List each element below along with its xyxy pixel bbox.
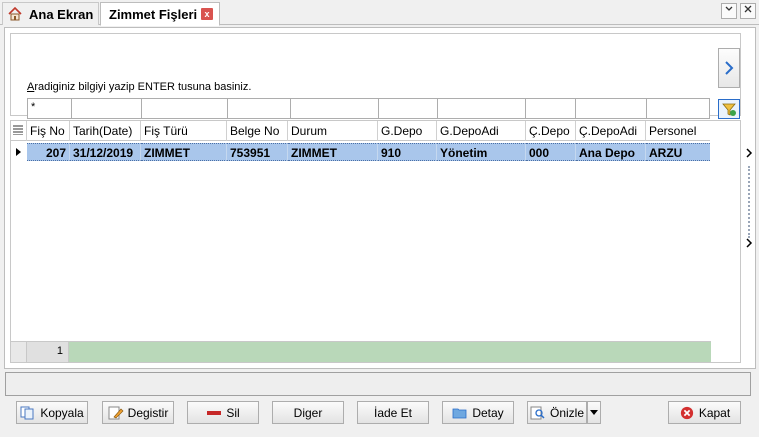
filter-g-depo-adi[interactable] (437, 98, 526, 119)
tab-close-icon[interactable]: x (201, 8, 213, 20)
cell-tarih[interactable]: 31/12/2019 (70, 143, 141, 161)
kapat-button[interactable]: Kapat (668, 401, 741, 424)
column-header[interactable]: G.Depo (378, 121, 437, 141)
column-header[interactable]: Personel (646, 121, 710, 141)
copy-icon (20, 406, 36, 420)
filter-durum[interactable] (290, 98, 379, 119)
edit-icon (108, 406, 124, 420)
cell-durum[interactable]: ZIMMET (288, 143, 378, 161)
grid-footer: 1 (11, 341, 711, 362)
tab-zimmet-fisleri[interactable]: Zimmet Fişleri x (100, 2, 220, 26)
degistir-label: Degistir (127, 405, 169, 420)
iade-et-button[interactable]: İade Et (357, 401, 429, 424)
chevron-right-icon (725, 61, 734, 75)
cell-fis-no[interactable]: 207 (27, 143, 70, 161)
cell-c-depo[interactable]: 000 (526, 143, 576, 161)
search-hint: Aradiginiz bilgiyi yazip ENTER tusuna ba… (27, 81, 252, 93)
filter-fis-turu[interactable] (141, 98, 228, 119)
filter-tarih[interactable] (71, 98, 142, 119)
column-header[interactable]: Durum (288, 121, 378, 141)
next-page-button[interactable] (718, 48, 740, 88)
search-area: Aradiginiz bilgiyi yazip ENTER tusuna ba… (10, 33, 741, 119)
column-chooser-icon[interactable] (11, 121, 27, 141)
window-close-icon[interactable] (740, 3, 756, 19)
column-header[interactable]: Fiş No (27, 121, 70, 141)
filter-c-depo-adi[interactable] (575, 98, 647, 119)
side-panel-splitter[interactable] (744, 148, 754, 252)
tab-ana-ekran-label: Ana Ekran (29, 6, 94, 22)
tab-ana-ekran[interactable]: Ana Ekran (2, 2, 99, 25)
tab-bar: Ana Ekran Zimmet Fişleri x (0, 0, 759, 26)
column-header[interactable]: Ç.DepoAdi (576, 121, 646, 141)
filter-clear-button[interactable] (718, 99, 740, 119)
onizle-label: Önizle (550, 405, 585, 420)
onizle-dropdown-button[interactable] (587, 401, 601, 424)
table-row[interactable]: 207 31/12/2019 ZIMMET 753951 ZIMMET 910 … (11, 143, 710, 161)
iade-et-label: İade Et (373, 405, 413, 420)
tab-list-dropdown-icon[interactable] (721, 3, 737, 19)
kapat-label: Kapat (698, 405, 731, 420)
chevron-right-icon[interactable] (744, 238, 754, 252)
filter-personel[interactable] (646, 98, 710, 119)
column-header[interactable]: Tarih(Date) (70, 121, 141, 141)
diger-button[interactable]: Diger (272, 401, 344, 424)
sil-label: Sil (226, 405, 240, 420)
splitter-grip (748, 166, 750, 238)
cell-personel[interactable]: ARZU (646, 143, 710, 161)
main-panel: Aradiginiz bilgiyi yazip ENTER tusuna ba… (4, 27, 756, 369)
column-header[interactable]: Belge No (227, 121, 288, 141)
grid-header: Fiş No Tarih(Date) Fiş Türü Belge No Dur… (11, 121, 710, 141)
degistir-button[interactable]: Degistir (102, 401, 174, 424)
tab-zimmet-fisleri-label: Zimmet Fişleri (109, 6, 198, 22)
row-indicator-icon (11, 143, 27, 161)
folder-icon (452, 406, 468, 420)
chevron-right-icon[interactable] (744, 148, 754, 162)
cell-belge-no[interactable]: 753951 (227, 143, 288, 161)
filter-icon (722, 103, 736, 116)
filter-belge-no[interactable] (227, 98, 291, 119)
close-circle-icon (679, 406, 695, 420)
triangle-down-icon (590, 409, 598, 415)
detay-label: Detay (472, 405, 504, 420)
sil-button[interactable]: Sil (187, 401, 259, 424)
filter-fis-no[interactable]: * (27, 98, 72, 119)
kopyala-button[interactable]: Kopyala (16, 401, 88, 424)
delete-icon (206, 406, 222, 420)
status-bar (5, 372, 751, 396)
footer-summary-bar (69, 342, 711, 362)
diger-label: Diger (293, 405, 323, 420)
column-header[interactable]: Ç.Depo (526, 121, 576, 141)
detay-button[interactable]: Detay (442, 401, 514, 424)
record-count: 1 (27, 342, 69, 362)
filter-row: * (27, 98, 710, 119)
cell-fis-turu[interactable]: ZIMMET (141, 143, 227, 161)
data-grid: Fiş No Tarih(Date) Fiş Türü Belge No Dur… (10, 120, 741, 363)
column-header[interactable]: Fiş Türü (141, 121, 227, 141)
cell-c-depo-adi[interactable]: Ana Depo (576, 143, 646, 161)
footer-indicator (11, 342, 27, 362)
kopyala-label: Kopyala (40, 405, 84, 420)
onizle-button[interactable]: Önizle (527, 401, 587, 424)
column-header[interactable]: G.DepoAdi (437, 121, 526, 141)
filter-g-depo[interactable] (378, 98, 438, 119)
cell-g-depo[interactable]: 910 (378, 143, 437, 161)
cell-g-depo-adi[interactable]: Yönetim (437, 143, 526, 161)
preview-icon (530, 406, 546, 420)
home-icon (7, 6, 23, 22)
filter-c-depo[interactable] (525, 98, 576, 119)
